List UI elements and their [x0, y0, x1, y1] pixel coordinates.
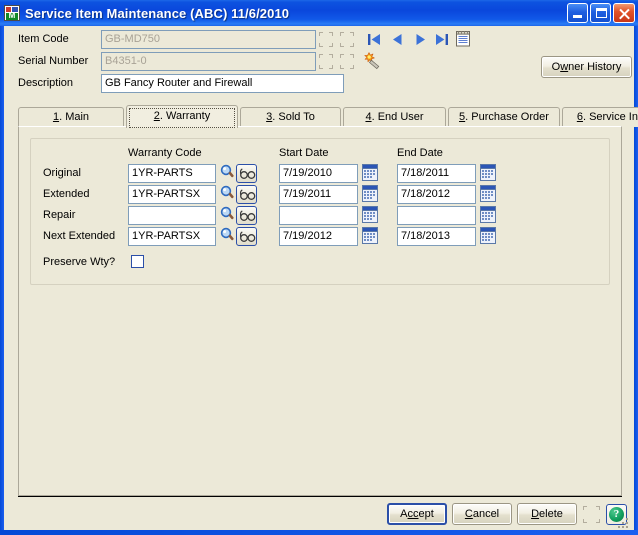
column-header-end-date: End Date [397, 147, 443, 159]
description-label: Description [18, 77, 74, 89]
magnifier-icon-original[interactable] [220, 164, 235, 181]
first-record-button[interactable] [366, 31, 383, 48]
calendar-button-original-start[interactable] [362, 164, 378, 181]
footer-bar: Accept Cancel Delete ? [4, 496, 634, 530]
start-date-input-original[interactable]: 7/19/2010 [279, 164, 358, 183]
resize-grip[interactable] [618, 516, 630, 528]
app-icon-letter: M [8, 11, 16, 20]
delete-label-acc: D [531, 508, 540, 520]
tab-warranty[interactable]: 2. Warranty [126, 105, 238, 128]
calendar-button-original-end[interactable] [480, 164, 496, 181]
tab-purchase-order[interactable]: 5. Purchase Order [448, 107, 560, 127]
row-label-next-extended: Next Extended [43, 230, 116, 242]
maximize-button[interactable] [590, 3, 611, 23]
owner-history-label-pre: O [551, 61, 561, 73]
accept-button[interactable]: Accept [387, 503, 447, 525]
glasses-button-original[interactable] [236, 164, 257, 183]
tab-sold-to-label: . Sold To [272, 111, 315, 123]
serial-number-input[interactable]: B4351-0 [101, 52, 316, 71]
item-code-input[interactable]: GB-MD750 [101, 30, 316, 49]
tab-end-user-label: . End User [371, 111, 424, 123]
end-date-input-repair[interactable] [397, 206, 476, 225]
owner-history-label-post: ner History [568, 61, 622, 73]
magic-wand-icon[interactable] [364, 52, 382, 70]
calendar-button-repair-end[interactable] [480, 206, 496, 223]
tab-main-label: . Main [59, 111, 90, 123]
preserve-warranty-checkbox[interactable] [131, 255, 144, 268]
glasses-button-repair[interactable] [236, 206, 257, 225]
calendar-button-extended-start[interactable] [362, 185, 378, 202]
column-header-warranty-code: Warranty Code [128, 147, 202, 159]
print-button [582, 505, 601, 524]
previous-record-button[interactable] [389, 31, 406, 48]
calendar-button-repair-start[interactable] [362, 206, 378, 223]
row-label-extended: Extended [43, 188, 90, 200]
window-border-right [634, 26, 638, 535]
serial-number-lookup-button [318, 53, 334, 70]
warranty-code-input-original[interactable]: 1YR-PARTS [128, 164, 216, 183]
warranty-group-panel: Warranty Code Start Date End Date Origin… [30, 138, 610, 285]
end-date-input-original[interactable]: 7/18/2011 [397, 164, 476, 183]
magnifier-icon-extended[interactable] [220, 185, 235, 202]
description-input[interactable]: GB Fancy Router and Firewall [101, 74, 344, 93]
column-header-start-date: Start Date [279, 147, 329, 159]
application-window: M Service Item Maintenance (ABC) 11/6/20… [0, 0, 638, 535]
calendar-button-next-extended-start[interactable] [362, 227, 378, 244]
start-date-input-extended[interactable]: 7/19/2011 [279, 185, 358, 204]
item-code-label: Item Code [18, 33, 69, 45]
window-controls [565, 3, 635, 23]
tab-purchase-order-label: . Purchase Order [465, 111, 549, 123]
header-fields: Item Code Serial Number Description GB-M… [4, 26, 634, 103]
close-button[interactable] [613, 3, 635, 23]
memo-icon[interactable] [456, 31, 471, 47]
accept-label-pre: A [400, 508, 408, 520]
warranty-code-input-repair[interactable] [128, 206, 216, 225]
serial-number-browse-button [339, 53, 355, 70]
app-icon: M [4, 5, 20, 21]
row-label-original: Original [43, 167, 81, 179]
next-record-button[interactable] [412, 31, 429, 48]
last-record-button[interactable] [433, 31, 450, 48]
accept-label-post: ept [418, 508, 434, 520]
glasses-button-next-extended[interactable] [236, 227, 257, 246]
owner-history-label-acc: w [560, 61, 569, 73]
tab-strip: 1. Main 2. Warranty 3. Sold To 4. End Us… [18, 105, 638, 128]
tab-main[interactable]: 1. Main [18, 107, 124, 127]
tab-service-info-label: . Service Info [582, 111, 638, 123]
magnifier-icon-repair[interactable] [220, 206, 235, 223]
owner-history-button[interactable]: Owner History [541, 56, 632, 78]
delete-button[interactable]: Delete [517, 503, 577, 525]
warranty-code-input-next-extended[interactable]: 1YR-PARTSX [128, 227, 216, 246]
calendar-button-next-extended-end[interactable] [480, 227, 496, 244]
magnifier-icon-next-extended[interactable] [220, 227, 235, 244]
footer-divider [18, 496, 622, 497]
tab-service-info[interactable]: 6. Service Info [562, 107, 638, 127]
row-label-repair: Repair [43, 209, 76, 221]
serial-number-label: Serial Number [18, 55, 89, 67]
start-date-input-repair[interactable] [279, 206, 358, 225]
start-date-input-next-extended[interactable]: 7/19/2012 [279, 227, 358, 246]
cancel-button[interactable]: Cancel [452, 503, 512, 525]
glasses-button-extended[interactable] [236, 185, 257, 204]
tab-panel-warranty: Warranty Code Start Date End Date Origin… [18, 126, 622, 496]
window-border-bottom [0, 530, 638, 535]
accept-label-acc: cc [407, 508, 419, 520]
client-area: Item Code Serial Number Description GB-M… [4, 26, 638, 530]
window-title: Service Item Maintenance (ABC) 11/6/2010 [25, 5, 290, 21]
tab-warranty-label: . Warranty [159, 110, 211, 122]
tab-sold-to[interactable]: 3. Sold To [240, 107, 341, 127]
tab-end-user[interactable]: 4. End User [343, 107, 446, 127]
warranty-code-input-extended[interactable]: 1YR-PARTSX [128, 185, 216, 204]
item-code-lookup-button [318, 31, 334, 48]
delete-label-post: elete [539, 508, 563, 520]
cancel-label-post: ancel [472, 508, 500, 520]
end-date-input-next-extended[interactable]: 7/18/2013 [397, 227, 476, 246]
calendar-button-extended-end[interactable] [480, 185, 496, 202]
item-code-browse-button [339, 31, 355, 48]
end-date-input-extended[interactable]: 7/18/2012 [397, 185, 476, 204]
cancel-label-acc: C [464, 508, 473, 520]
preserve-warranty-label: Preserve Wty? [43, 256, 116, 268]
minimize-button[interactable] [567, 3, 588, 23]
title-bar[interactable]: M Service Item Maintenance (ABC) 11/6/20… [0, 0, 638, 26]
